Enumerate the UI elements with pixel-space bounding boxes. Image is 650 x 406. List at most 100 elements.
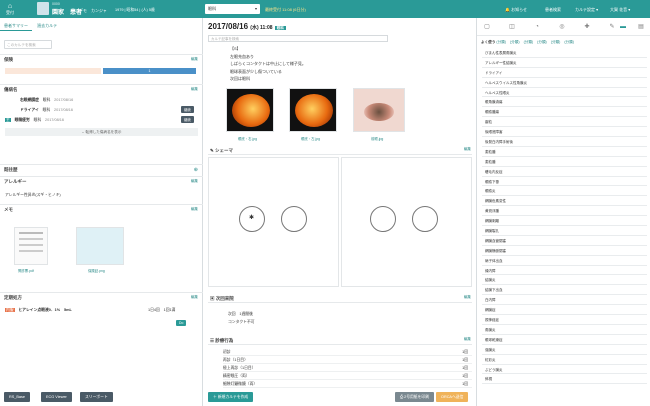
- master-list-item[interactable]: ヘルペスウイルス性角膜炎: [482, 78, 647, 88]
- photo-icon[interactable]: ▢: [483, 23, 491, 31]
- image-caption[interactable]: 前眼.jpg: [371, 136, 383, 141]
- insurance-bar[interactable]: 1: [103, 68, 196, 74]
- master-list-item[interactable]: 眼球乾燥症: [482, 335, 647, 345]
- karte-article-search[interactable]: カルテ記事を検索: [208, 35, 388, 42]
- rx-do-button[interactable]: Do: [176, 320, 187, 326]
- three-port-button[interactable]: スリーポート: [80, 392, 113, 402]
- master-list-item[interactable]: 眼瞼下垂: [482, 177, 647, 187]
- master-list-item[interactable]: 緑内障: [482, 266, 647, 276]
- disease-edit-button[interactable]: 編集: [191, 87, 198, 92]
- schema-drawing-right[interactable]: ✱: [208, 157, 339, 287]
- master-list-item[interactable]: 視神経症: [482, 315, 647, 325]
- category-chip[interactable]: (分類): [551, 40, 561, 44]
- add-icon[interactable]: ⊕: [194, 167, 198, 173]
- disease-row[interactable]: 主 眼精疲労 眼科 2017/08/16: [5, 118, 64, 123]
- rs-base-button[interactable]: RS_Base: [4, 392, 31, 402]
- karte-setting-menu[interactable]: カルテ設定 ▾: [575, 7, 598, 13]
- master-list-item[interactable]: 眼瞼炎: [482, 186, 647, 197]
- master-list-item[interactable]: 睫毛内反症: [482, 167, 647, 177]
- master-list-item[interactable]: 網膜静脈閉塞: [482, 246, 647, 256]
- anterior-eye-image[interactable]: [353, 88, 405, 132]
- karte-search-input[interactable]: このカルテを検索: [4, 40, 52, 49]
- category-chip[interactable]: (分類): [564, 40, 574, 44]
- master-list-item[interactable]: びまん性表層角膜炎: [482, 48, 647, 58]
- category-chip[interactable]: (分類): [496, 40, 506, 44]
- bed-icon[interactable]: ▬: [619, 23, 627, 31]
- master-list-item[interactable]: 斜視: [482, 374, 647, 385]
- visit-status: 最終受付 11:08 (6日分): [265, 7, 306, 12]
- master-list-item[interactable]: 後眼底障害: [482, 127, 647, 138]
- master-list-item[interactable]: 虹彩炎: [482, 355, 647, 365]
- master-list-item[interactable]: 結膜下出血: [482, 285, 647, 296]
- category-chip[interactable]: (分類): [537, 40, 547, 44]
- master-list-item[interactable]: 硝子体出血: [482, 256, 647, 266]
- schema-heading: ✎ シェーマ: [208, 146, 472, 155]
- master-list-item[interactable]: 強膜炎: [482, 345, 647, 355]
- next-visit-edit-button[interactable]: 編集: [464, 295, 471, 300]
- chevron-down-icon: ▾: [254, 6, 257, 11]
- user-menu[interactable]: 大賀 花音 ▾: [610, 7, 630, 13]
- schema-drawing-left[interactable]: [341, 157, 472, 287]
- master-list-item[interactable]: 角膜炎: [482, 325, 647, 335]
- disease-action-button[interactable]: 継続: [181, 116, 194, 123]
- master-list-item[interactable]: 麦粒腫: [482, 157, 647, 167]
- disease-action-button[interactable]: 継続: [181, 106, 194, 113]
- rx-edit-button[interactable]: 編集: [191, 295, 198, 300]
- disease-row[interactable]: 右眼網膜症 眼科 2017/08/16: [20, 98, 73, 103]
- master-list-item[interactable]: 眼角膜潰瘍: [482, 97, 647, 108]
- syringe-icon[interactable]: ✚: [583, 23, 591, 31]
- ecg-viewer-button[interactable]: ECG Viewer: [41, 392, 72, 402]
- patient-search-button[interactable]: 患者検索: [545, 7, 561, 13]
- drop-icon[interactable]: ◔: [533, 23, 541, 31]
- master-list-item[interactable]: 網膜裂孔: [482, 226, 647, 236]
- disease-row[interactable]: ドライアイ 眼科 2017/08/16: [20, 108, 73, 113]
- tab-summary[interactable]: 患者サマリー: [0, 22, 32, 31]
- master-list-item[interactable]: ドライアイ: [482, 68, 647, 78]
- allergy-text: アレルギー性鼻炎(スギ・ヒノキ): [5, 193, 61, 197]
- allergy-edit-button[interactable]: 編集: [191, 179, 198, 184]
- master-list-item[interactable]: 麦粒腫: [482, 147, 647, 157]
- memo-file-name[interactable]: 問診票.pdf: [18, 268, 34, 273]
- category-chip[interactable]: (分類): [524, 40, 534, 44]
- tab-past-karte[interactable]: 過去カルテ: [33, 22, 61, 30]
- allergy-section: アレルギー 編集 アレルギー性鼻炎(スギ・ヒノキ): [0, 176, 203, 204]
- image-caption[interactable]: 眼底・右.jpg: [238, 136, 257, 141]
- fundus-image-right[interactable]: [226, 88, 274, 132]
- app-logo[interactable]: ⌂ 受付: [3, 3, 17, 15]
- master-list-item[interactable]: 結膜炎: [482, 275, 647, 286]
- show-ended-diseases-button[interactable]: ⌄ 転帰した傷病名を表示: [5, 128, 198, 136]
- memo-file-thumbnail[interactable]: [76, 227, 124, 265]
- camera-icon[interactable]: ◫: [508, 23, 516, 31]
- new-karte-button[interactable]: ＋ 新規カルテを作成: [208, 392, 254, 402]
- capsule-icon[interactable]: ◎: [558, 23, 566, 31]
- notification-button[interactable]: 🔔 お知らせ: [505, 7, 527, 13]
- memo-edit-button[interactable]: 編集: [191, 207, 198, 212]
- master-list-item[interactable]: 後発白内障手術後: [482, 137, 647, 147]
- master-list-item[interactable]: アレルギー性結膜炎: [482, 58, 647, 68]
- soap-note[interactable]: 【S】 左眼充血あり しばらくコンタクトは中止にして様子見。 眼球表面が少し傷つ…: [230, 45, 306, 83]
- pen-icon[interactable]: ✎: [608, 23, 616, 31]
- memo-file-name[interactable]: 保険証.png: [88, 268, 105, 273]
- master-list-item[interactable]: 網膜症: [482, 305, 647, 316]
- category-chip[interactable]: (分類): [510, 40, 520, 44]
- fundus-image-left[interactable]: [289, 88, 337, 132]
- master-list-item[interactable]: 眼瞼腫瘍: [482, 107, 647, 118]
- master-list-item[interactable]: 網膜色素変性: [482, 196, 647, 207]
- image-caption[interactable]: 眼底・左.jpg: [301, 136, 320, 141]
- patient-kana: コデモ カンジャ: [75, 8, 107, 13]
- print-button[interactable]: ⎙ 2号用紙を印刷: [395, 392, 434, 402]
- master-list-item[interactable]: 網膜血管閉塞: [482, 236, 647, 246]
- insurance-edit-button[interactable]: 編集: [191, 57, 198, 62]
- billing-edit-button[interactable]: 編集: [464, 337, 471, 342]
- master-list-item[interactable]: 黄斑浮腫: [482, 206, 647, 217]
- memo-file-thumbnail[interactable]: [14, 227, 48, 265]
- department-select[interactable]: 眼科 ▾: [205, 4, 260, 14]
- master-list-item[interactable]: 霰粒: [482, 117, 647, 128]
- send-orca-button[interactable]: ORCAへ送信: [436, 392, 469, 402]
- master-list-item[interactable]: ぶどう膜炎: [482, 365, 647, 375]
- document-icon[interactable]: ▤: [637, 23, 645, 31]
- master-list-item[interactable]: ヘルペス性眼炎: [482, 88, 647, 98]
- schema-edit-button[interactable]: 編集: [464, 147, 471, 152]
- master-list-item[interactable]: 白内障: [482, 295, 647, 306]
- master-list-item[interactable]: 網膜剥離: [482, 216, 647, 227]
